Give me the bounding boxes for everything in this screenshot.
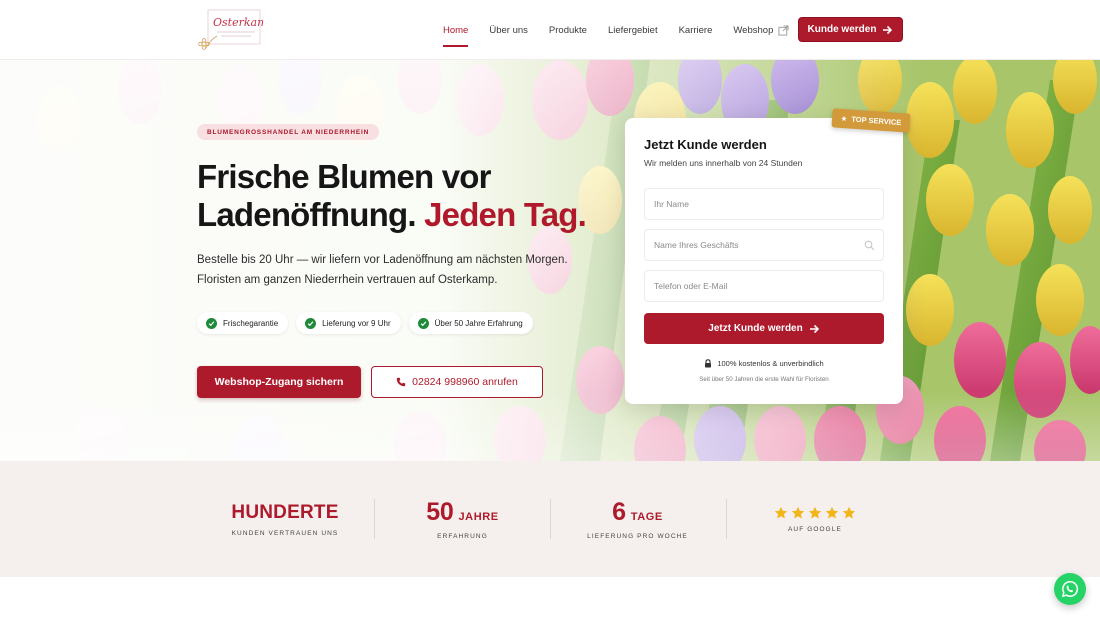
chip-label: Über 50 Jahre Erfahrung: [434, 318, 523, 328]
stats-bar: HUNDERTE KUNDEN VERTRAUEN UNS 50 JAHRE ER…: [0, 461, 1100, 577]
stat-jahre: 50 JAHRE ERFAHRUNG: [390, 461, 535, 577]
chip-erfahrung: Über 50 Jahre Erfahrung: [408, 312, 533, 334]
kunde-werden-nav-button[interactable]: Kunde werden: [798, 17, 903, 42]
category-badge: BLUMENGROSSHANDEL AM NIEDERRHEIN: [197, 124, 380, 140]
stat-label: ERFAHRUNG: [437, 533, 488, 540]
svg-text:Osterkamp: Osterkamp: [213, 16, 263, 29]
star-icon: [791, 506, 805, 518]
top-navigation: Osterkamp Home Über uns Produkte Lieferg…: [0, 0, 1100, 60]
hero-title-line2-wrap: Ladenöffnung. Jeden Tag.: [197, 196, 657, 234]
star-icon: ★: [840, 113, 848, 124]
kunde-werden-nav-label: Kunde werden: [807, 24, 877, 35]
nav-webshop[interactable]: Webshop: [733, 25, 789, 36]
next-section: [0, 577, 1100, 619]
stat-value: HUNDERTE: [231, 501, 339, 523]
hero-title: Frische Blumen vor Ladenöffnung. Jeden T…: [197, 158, 657, 234]
chip-frischegarantie: Frischegarantie: [197, 312, 289, 334]
name-field[interactable]: [644, 188, 884, 220]
stat-google: AUF GOOGLE: [745, 461, 885, 577]
stat-value-wrap: 50 JAHRE: [426, 498, 499, 527]
nav-karriere-label: Karriere: [678, 24, 713, 36]
nav-produkte[interactable]: Produkte: [549, 25, 587, 36]
nav-liefergebiet-label: Liefergebiet: [607, 24, 658, 36]
stat-value-wrap: 6 TAGE: [612, 498, 663, 527]
submit-kunde-werden-button[interactable]: Jetzt Kunde werden: [644, 313, 884, 344]
whatsapp-button[interactable]: [1054, 573, 1086, 605]
free-note: 100% kostenlos & unverbindlich: [625, 359, 903, 368]
shop-name-field[interactable]: [644, 229, 884, 261]
stat-value: 6: [612, 498, 626, 526]
contact-input[interactable]: [654, 281, 854, 291]
rating-stars: [774, 506, 856, 520]
stat-label: LIEFERUNG PRO WOCHE: [587, 533, 688, 540]
nav-produkte-label: Produkte: [548, 24, 587, 36]
call-phone-label: 02824 998960 anrufen: [412, 376, 518, 388]
nav-karriere[interactable]: Karriere: [679, 25, 713, 36]
chip-label: Frischegarantie: [223, 318, 279, 328]
free-note-text: 100% kostenlos & unverbindlich: [717, 359, 824, 368]
phone-icon: [396, 377, 406, 387]
call-phone-button[interactable]: 02824 998960 anrufen: [371, 366, 543, 398]
nav-home-label: Home: [443, 24, 469, 36]
stat-value: 50: [426, 498, 454, 526]
check-circle-icon: [417, 317, 429, 329]
form-title: Jetzt Kunde werden: [644, 137, 767, 152]
chip-lieferung: Lieferung vor 9 Uhr: [296, 312, 401, 334]
whatsapp-icon: [1061, 581, 1079, 598]
search-icon: [864, 240, 875, 251]
stat-label: KUNDEN VERTRAUEN UNS: [231, 529, 339, 537]
osterkamp-logo[interactable]: Osterkamp: [197, 6, 275, 52]
webshop-access-button[interactable]: Webshop-Zugang sichern: [197, 366, 361, 398]
star-icon: [774, 506, 788, 518]
nav-webshop-label: Webshop: [733, 24, 774, 36]
stat-divider: [726, 499, 727, 539]
stat-divider: [550, 499, 551, 539]
star-icon: [842, 506, 856, 518]
stat-unit: TAGE: [630, 511, 663, 523]
arrow-right-icon: [883, 25, 893, 34]
hero-section: BLUMENGROSSHANDEL AM NIEDERRHEIN Frische…: [0, 60, 1100, 461]
signup-form-card: Jetzt Kunde werden Wir melden uns innerh…: [625, 118, 903, 404]
star-icon: [825, 506, 839, 518]
ribbon-label: TOP SERVICE: [851, 114, 902, 128]
stat-value-wrap: HUNDERTE: [231, 502, 338, 524]
nav-ueber-uns-label: Über uns: [489, 24, 528, 36]
form-footnote: Seit über 50 Jahren die erste Wahl für F…: [699, 376, 829, 383]
hero-lead-text: Bestelle bis 20 Uhr — wir liefern vor La…: [197, 254, 568, 286]
star-icon: [808, 506, 822, 518]
external-link-icon: [778, 24, 789, 36]
stat-kunden: HUNDERTE KUNDEN VERTRAUEN UNS: [210, 461, 360, 577]
arrow-right-icon: [809, 324, 819, 333]
check-circle-icon: [305, 317, 317, 329]
check-circle-icon: [206, 317, 217, 329]
hero-title-line1: Frische Blumen vor: [197, 158, 491, 195]
nav-liefergebiet[interactable]: Liefergebiet: [608, 25, 658, 36]
submit-label: Jetzt Kunde werden: [708, 323, 803, 334]
nav-ueber-uns[interactable]: Über uns: [489, 25, 528, 36]
form-subtitle: Wir melden uns innerhalb von 24 Stunden: [644, 158, 803, 168]
chip-label: Lieferung vor 9 Uhr: [322, 318, 391, 328]
hero-overlay-bottom: [0, 391, 1100, 461]
feature-chips: Frischegarantie Lieferung vor 9 Uhr Über…: [197, 312, 533, 334]
hero-title-accent: Jeden Tag.: [424, 196, 587, 233]
contact-field[interactable]: [644, 270, 884, 302]
stat-divider: [374, 499, 375, 539]
lock-icon: [705, 359, 712, 368]
shop-name-input[interactable]: [654, 240, 854, 250]
nav-home[interactable]: Home: [443, 24, 469, 47]
stat-tage: 6 TAGE LIEFERUNG PRO WOCHE: [565, 461, 710, 577]
name-input[interactable]: [654, 199, 854, 209]
main-menu: Home Über uns Produkte Liefergebiet Karr…: [443, 0, 810, 60]
stat-label: AUF GOOGLE: [788, 525, 842, 533]
stat-unit: JAHRE: [458, 511, 499, 523]
hero-title-line2: Ladenöffnung.: [197, 196, 417, 233]
